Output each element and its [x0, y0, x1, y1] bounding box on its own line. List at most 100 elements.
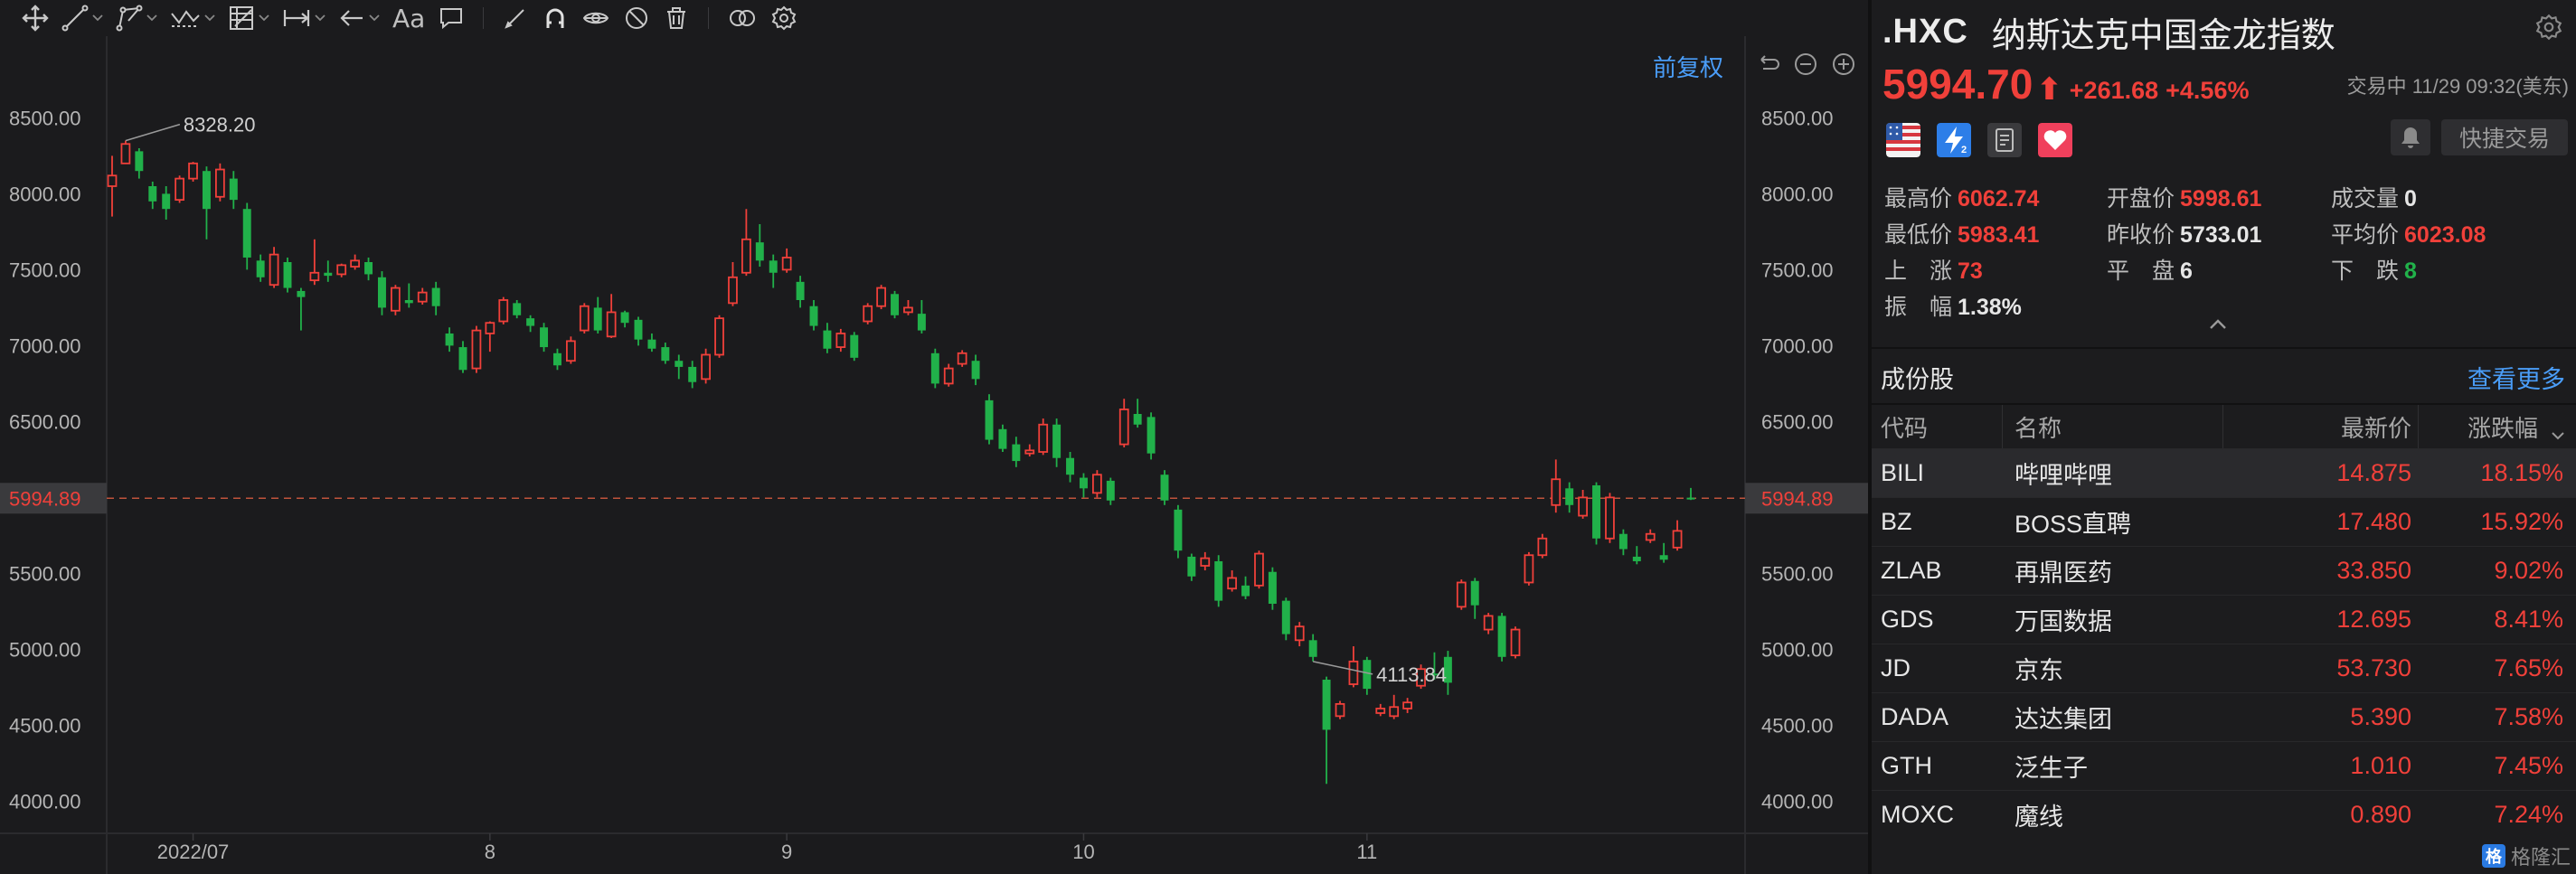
row-code: DADA	[1881, 703, 1949, 730]
hide-icon[interactable]	[623, 0, 650, 36]
candle-body-down	[1066, 457, 1075, 475]
y-tick-label-right: 5000.00	[1761, 638, 1834, 661]
header-pct[interactable]: 涨跌幅	[2467, 405, 2538, 448]
candle-body-up	[957, 352, 967, 365]
quick-trade-button[interactable]: 快捷交易	[2441, 119, 2568, 155]
candle-body-down	[1133, 414, 1142, 425]
candle-body-up	[1605, 496, 1615, 540]
reset-icon[interactable]	[1754, 51, 1781, 82]
lightning-icon[interactable]: 2	[1937, 123, 1971, 157]
candle-body-up	[269, 253, 279, 287]
candle-body-down	[297, 290, 306, 297]
candle-body-up	[781, 257, 792, 271]
table-row[interactable]: BILI 哔哩哔哩 14.875 18.15%	[1872, 448, 2576, 497]
row-price: 1.010	[2350, 752, 2411, 779]
candle-body-up	[1672, 530, 1683, 549]
trend-line-icon[interactable]	[61, 0, 103, 36]
candle-body-down	[458, 347, 467, 371]
candle-body-up	[498, 299, 509, 323]
row-price: 12.695	[2336, 606, 2411, 633]
crosshair-icon[interactable]	[22, 0, 49, 36]
candle-body-down	[1592, 484, 1601, 539]
candle-body-down	[755, 242, 764, 261]
table-row[interactable]: BZ BOSS直聘 17.480 15.92%	[1872, 497, 2576, 546]
x-tick-label: 8	[485, 841, 495, 863]
index-name: 纳斯达克中国金龙指数	[1991, 16, 2335, 55]
row-change-pct: 15.92%	[2480, 508, 2563, 535]
wave-icon[interactable]	[170, 0, 215, 36]
adjust-price-toggle[interactable]: 前复权	[1653, 52, 1723, 81]
settings-icon[interactable]	[770, 0, 797, 36]
candle-body-down	[1632, 556, 1641, 561]
measure-icon[interactable]	[282, 0, 326, 36]
candle-body-down	[971, 361, 980, 380]
pen-icon[interactable]	[502, 0, 529, 36]
candle-body-up	[1335, 702, 1345, 718]
header-price[interactable]: 最新价	[2341, 405, 2411, 448]
text-tool-icon[interactable]: Aa	[392, 0, 425, 36]
candle-body-up	[566, 340, 576, 362]
sort-desc-icon[interactable]	[2551, 419, 2565, 447]
polyline-icon[interactable]	[116, 0, 157, 36]
y-tick-label-right: 4500.00	[1761, 714, 1834, 737]
table-row[interactable]: DADA 达达集团 5.390 7.58%	[1872, 692, 2576, 741]
candle-body-down	[823, 330, 832, 349]
table-row[interactable]: GDS 万国数据 12.695 8.41%	[1872, 595, 2576, 644]
y-tick-label-left: 8500.00	[9, 107, 81, 129]
candle-body-down	[1160, 475, 1169, 501]
magnet-icon[interactable]	[542, 0, 569, 36]
kline-chart[interactable]: 8500.00 8500.00 8000.00 8000.00 7500.00 7500.…	[0, 36, 1868, 874]
zoom-out-icon[interactable]	[1792, 51, 1819, 82]
view-more-link[interactable]: 查看更多	[2467, 360, 2565, 395]
ruler-icon[interactable]	[228, 0, 269, 36]
header-code[interactable]: 代码	[1881, 405, 1928, 448]
heart-icon[interactable]	[2038, 123, 2072, 157]
comment-icon[interactable]	[438, 0, 465, 36]
candle-body-up	[309, 271, 320, 282]
candle-body-up	[188, 162, 198, 180]
header-name[interactable]: 名称	[2015, 405, 2062, 448]
kline-chart-svg[interactable]: 8500.00 8500.00 8000.00 8000.00 7500.00 7500.…	[0, 36, 1868, 874]
candle-body-down	[850, 334, 859, 358]
candle-body-up	[1483, 615, 1494, 631]
stat-flat: 平 盘6	[2107, 258, 2193, 284]
row-price: 17.480	[2336, 508, 2411, 535]
column-divider	[2222, 405, 2223, 448]
stat-volume: 成交量 0	[2331, 186, 2417, 211]
column-divider	[2418, 405, 2419, 448]
watermark-text: 格隆汇	[2510, 846, 2571, 869]
chevron-up-icon[interactable]	[2208, 318, 2228, 335]
stat-down: 下 跌8	[2331, 258, 2417, 284]
candle-body-down	[593, 307, 602, 331]
row-code: BZ	[1881, 508, 1912, 535]
row-name: BOSS直聘	[2015, 511, 2132, 538]
candle-body-down	[634, 319, 643, 340]
candle-body-down	[431, 287, 440, 306]
candle-body-up	[1118, 409, 1129, 446]
zoom-in-icon[interactable]	[1830, 51, 1857, 82]
up-arrow-icon: ⬆	[2036, 72, 2062, 107]
candle-body-up	[336, 264, 347, 276]
candle-body-up	[741, 238, 751, 274]
document-icon[interactable]	[1987, 123, 2022, 157]
row-change-pct: 8.41%	[2494, 606, 2563, 633]
candle-body-down	[1470, 580, 1479, 606]
eye-icon[interactable]	[581, 0, 610, 36]
us-flag-icon[interactable]	[1886, 123, 1920, 157]
table-row[interactable]: JD 京东 53.730 7.65%	[1872, 644, 2576, 692]
stat-low: 最低价 5983.41	[1884, 222, 2040, 248]
compare-icon[interactable]	[727, 0, 758, 36]
trash-icon[interactable]	[663, 0, 690, 36]
candle-body-up	[1456, 581, 1467, 608]
arrow-left-icon[interactable]	[338, 0, 380, 36]
gear-icon[interactable]	[2534, 13, 2563, 46]
row-change-pct: 18.15%	[2480, 459, 2563, 486]
bell-icon[interactable]	[2391, 119, 2430, 155]
row-name: 万国数据	[2015, 608, 2112, 635]
candle-body-up	[728, 276, 738, 305]
candle-body-down	[1281, 600, 1290, 634]
table-row[interactable]: MOXC 魔线 0.890 7.24%	[1872, 790, 2576, 839]
table-row[interactable]: ZLAB 再鼎医药 33.850 9.02%	[1872, 546, 2576, 595]
candle-body-down	[769, 260, 778, 273]
table-row[interactable]: GTH 泛生子 1.010 7.45%	[1872, 741, 2576, 790]
